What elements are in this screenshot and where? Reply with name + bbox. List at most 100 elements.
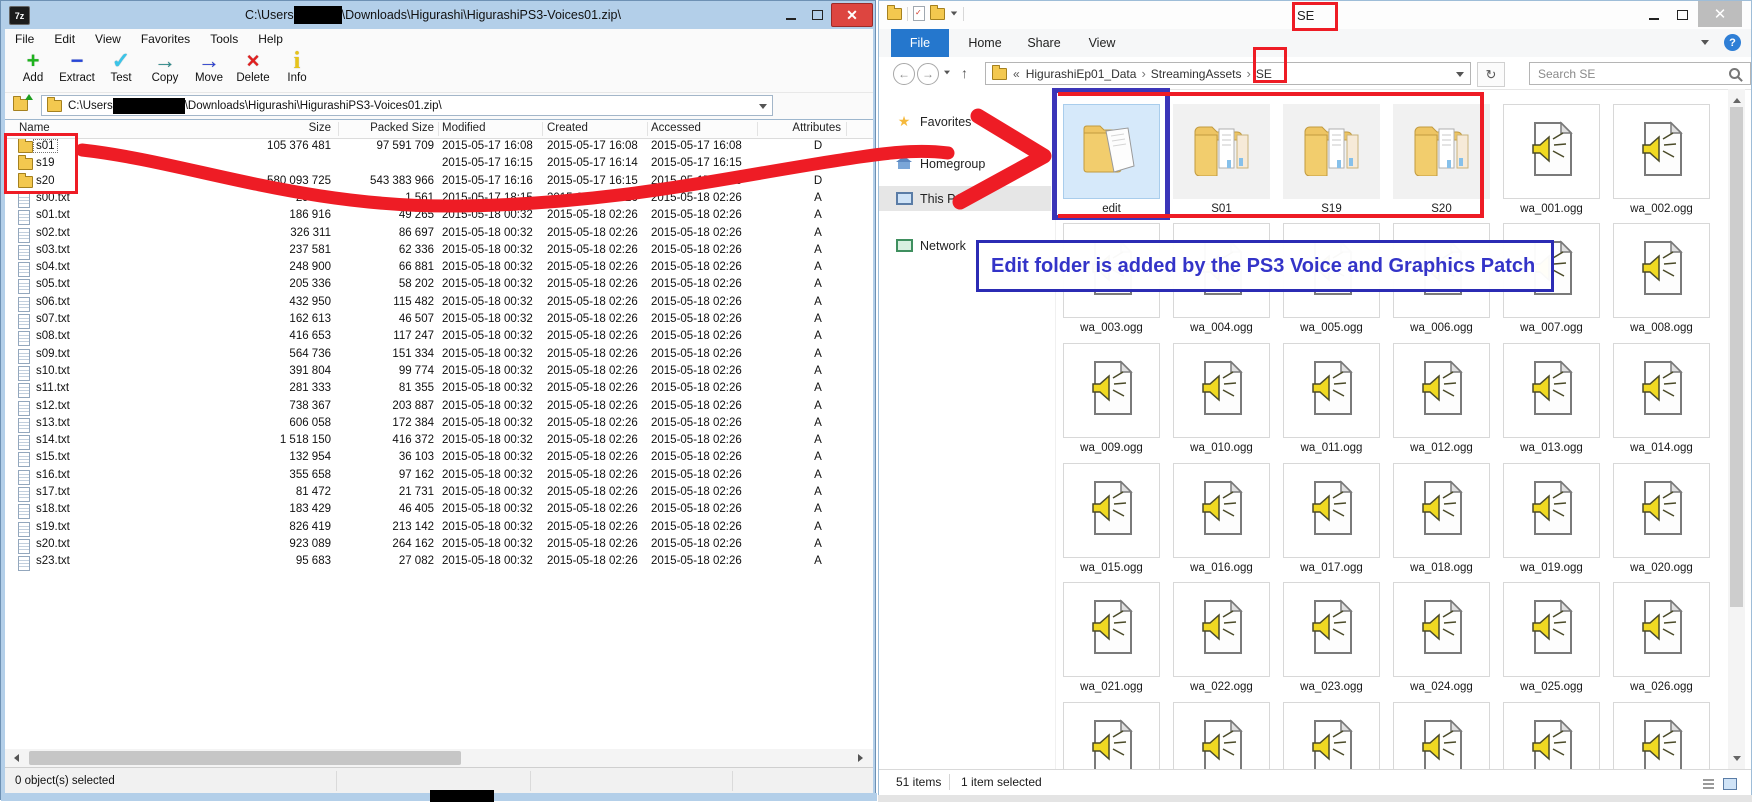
menu-view[interactable]: View bbox=[85, 32, 131, 46]
maximize-button[interactable] bbox=[805, 4, 829, 25]
file-row-s02.txt[interactable]: s02.txt326 31186 6972015-05-18 00:322015… bbox=[5, 226, 865, 243]
grid-item[interactable] bbox=[1173, 702, 1270, 769]
item-wa_021.ogg[interactable] bbox=[1063, 582, 1160, 677]
new-folder-icon[interactable] bbox=[930, 8, 945, 20]
help-icon[interactable]: ? bbox=[1724, 34, 1741, 51]
item-wa_025.ogg[interactable] bbox=[1503, 582, 1600, 677]
toolbar-info-button[interactable]: iInfo bbox=[279, 49, 315, 84]
file-row-s06.txt[interactable]: s06.txt432 950115 4822015-05-18 00:32201… bbox=[5, 295, 865, 312]
scroll-right-arrow[interactable] bbox=[853, 751, 868, 765]
file-row-s03.txt[interactable]: s03.txt237 58162 3362015-05-18 00:322015… bbox=[5, 243, 865, 260]
item-wa_002.ogg[interactable] bbox=[1613, 104, 1710, 199]
grid-item[interactable] bbox=[1283, 702, 1380, 769]
item-wa_003.ogg[interactable] bbox=[1063, 223, 1160, 318]
file-row-s15.txt[interactable]: s15.txt132 95436 1032015-05-18 00:322015… bbox=[5, 450, 865, 467]
file-row-s10.txt[interactable]: s10.txt391 80499 7742015-05-18 00:322015… bbox=[5, 364, 865, 381]
breadcrumb[interactable]: « HigurashiEp01_Data›StreamingAssets›SE bbox=[985, 62, 1471, 85]
toolbar-add-button[interactable]: +Add bbox=[15, 49, 51, 84]
recent-locations-chevron-icon[interactable] bbox=[944, 71, 950, 75]
grid-item[interactable] bbox=[1063, 702, 1160, 769]
column-header-attributes[interactable]: Attributes bbox=[765, 122, 841, 134]
scrollbar-thumb[interactable] bbox=[1730, 107, 1743, 607]
breadcrumb-higurashiep01_data[interactable]: HigurashiEp01_Data bbox=[1026, 67, 1137, 81]
column-header-modified[interactable]: Modified bbox=[442, 122, 485, 134]
collapse-ribbon-chevron-icon[interactable] bbox=[1701, 40, 1709, 45]
tab-file[interactable]: File bbox=[891, 29, 949, 57]
sevenzip-titlebar[interactable]: 7z C:\Users\Downloads\Higurashi\Higurash… bbox=[1, 1, 875, 29]
column-header-accessed[interactable]: Accessed bbox=[651, 122, 701, 134]
menu-help[interactable]: Help bbox=[248, 32, 293, 46]
file-row-s04.txt[interactable]: s04.txt248 90066 8812015-05-18 00:322015… bbox=[5, 260, 865, 277]
file-row-s08.txt[interactable]: s08.txt416 653117 2472015-05-18 00:32201… bbox=[5, 329, 865, 346]
item-edit[interactable] bbox=[1063, 104, 1160, 199]
item-wa_019.ogg[interactable] bbox=[1503, 463, 1600, 558]
tab-share[interactable]: Share bbox=[1017, 29, 1071, 57]
grid-item[interactable] bbox=[1503, 702, 1600, 769]
file-row-s20.txt[interactable]: s20.txt923 089264 1622015-05-18 00:32201… bbox=[5, 537, 865, 554]
explorer-titlebar[interactable]: SE ✕ bbox=[879, 1, 1751, 29]
scroll-down-arrow[interactable] bbox=[1729, 751, 1744, 765]
menu-favorites[interactable]: Favorites bbox=[131, 32, 200, 46]
item-wa_026.ogg[interactable] bbox=[1613, 582, 1710, 677]
item-wa_020.ogg[interactable] bbox=[1613, 463, 1710, 558]
file-row-s13.txt[interactable]: s13.txt606 058172 3842015-05-18 00:32201… bbox=[5, 416, 865, 433]
menu-file[interactable]: File bbox=[5, 32, 44, 46]
close-button[interactable]: ✕ bbox=[831, 3, 873, 27]
file-row-s16.txt[interactable]: s16.txt355 65897 1622015-05-18 00:322015… bbox=[5, 468, 865, 485]
customize-qat-chevron-icon[interactable] bbox=[951, 12, 957, 16]
toolbar-copy-button[interactable]: →Copy bbox=[147, 49, 183, 84]
file-row-s17.txt[interactable]: s17.txt81 47221 7312015-05-18 00:322015-… bbox=[5, 485, 865, 502]
item-wa_015.ogg[interactable] bbox=[1063, 463, 1160, 558]
up-one-level-button[interactable] bbox=[13, 96, 35, 116]
item-wa_016.ogg[interactable] bbox=[1173, 463, 1270, 558]
minimize-button[interactable] bbox=[779, 4, 803, 25]
item-wa_008.ogg[interactable] bbox=[1613, 223, 1710, 318]
item-wa_012.ogg[interactable] bbox=[1393, 343, 1490, 438]
grid-item[interactable] bbox=[1393, 702, 1490, 769]
item-S19[interactable] bbox=[1283, 104, 1380, 199]
file-row-s14.txt[interactable]: s14.txt1 518 150416 3722015-05-18 00:322… bbox=[5, 433, 865, 450]
chevron-down-icon[interactable] bbox=[759, 104, 767, 109]
file-row-s00.txt[interactable]: s00.txt29 6881 5612015-05-17 18:152015-0… bbox=[5, 191, 865, 208]
maximize-button[interactable] bbox=[1669, 5, 1695, 25]
large-icons-view-button[interactable] bbox=[1719, 773, 1741, 794]
scrollbar-thumb[interactable] bbox=[29, 751, 461, 765]
item-wa_006.ogg[interactable] bbox=[1393, 223, 1490, 318]
address-combobox[interactable]: C:\Users\Downloads\Higurashi\HigurashiPS… bbox=[41, 95, 773, 116]
back-button[interactable]: ← bbox=[893, 63, 915, 85]
tab-view[interactable]: View bbox=[1077, 29, 1127, 57]
file-row-s01[interactable]: s01105 376 48197 591 7092015-05-17 16:08… bbox=[5, 139, 865, 156]
file-row-s19.txt[interactable]: s19.txt826 419213 1422015-05-18 00:32201… bbox=[5, 520, 865, 537]
vertical-scrollbar[interactable] bbox=[1728, 89, 1745, 769]
item-S01[interactable] bbox=[1173, 104, 1270, 199]
breadcrumb-streamingassets[interactable]: StreamingAssets bbox=[1151, 67, 1242, 81]
details-view-button[interactable] bbox=[1697, 773, 1719, 794]
file-row-s12.txt[interactable]: s12.txt738 367203 8872015-05-18 00:32201… bbox=[5, 399, 865, 416]
folder-icon[interactable] bbox=[887, 8, 902, 20]
address-dropdown-chevron-icon[interactable] bbox=[1456, 72, 1464, 77]
toolbar-move-button[interactable]: →Move bbox=[191, 49, 227, 84]
menu-edit[interactable]: Edit bbox=[44, 32, 85, 46]
item-wa_023.ogg[interactable] bbox=[1283, 582, 1380, 677]
grid-item[interactable] bbox=[1613, 702, 1710, 769]
search-input[interactable]: Search SE bbox=[1529, 62, 1751, 85]
scroll-up-arrow[interactable] bbox=[1729, 93, 1744, 107]
file-row-s23.txt[interactable]: s23.txt95 68327 0822015-05-18 00:322015-… bbox=[5, 554, 865, 571]
column-header-name[interactable]: Name bbox=[19, 122, 50, 134]
item-wa_024.ogg[interactable] bbox=[1393, 582, 1490, 677]
minimize-button[interactable] bbox=[1641, 5, 1667, 25]
file-row-s07.txt[interactable]: s07.txt162 61346 5072015-05-18 00:322015… bbox=[5, 312, 865, 329]
tab-home[interactable]: Home bbox=[957, 29, 1013, 57]
item-wa_022.ogg[interactable] bbox=[1173, 582, 1270, 677]
forward-button[interactable]: → bbox=[917, 63, 939, 85]
breadcrumb-se[interactable]: SE bbox=[1256, 67, 1272, 81]
item-wa_013.ogg[interactable] bbox=[1503, 343, 1600, 438]
file-row-s20[interactable]: s20580 093 725543 383 9662015-05-17 16:1… bbox=[5, 174, 865, 191]
item-wa_018.ogg[interactable] bbox=[1393, 463, 1490, 558]
close-button[interactable]: ✕ bbox=[1698, 1, 1742, 27]
item-wa_009.ogg[interactable] bbox=[1063, 343, 1160, 438]
item-wa_010.ogg[interactable] bbox=[1173, 343, 1270, 438]
toolbar-delete-button[interactable]: ×Delete bbox=[235, 49, 271, 84]
menu-tools[interactable]: Tools bbox=[200, 32, 248, 46]
properties-icon[interactable] bbox=[913, 6, 925, 21]
